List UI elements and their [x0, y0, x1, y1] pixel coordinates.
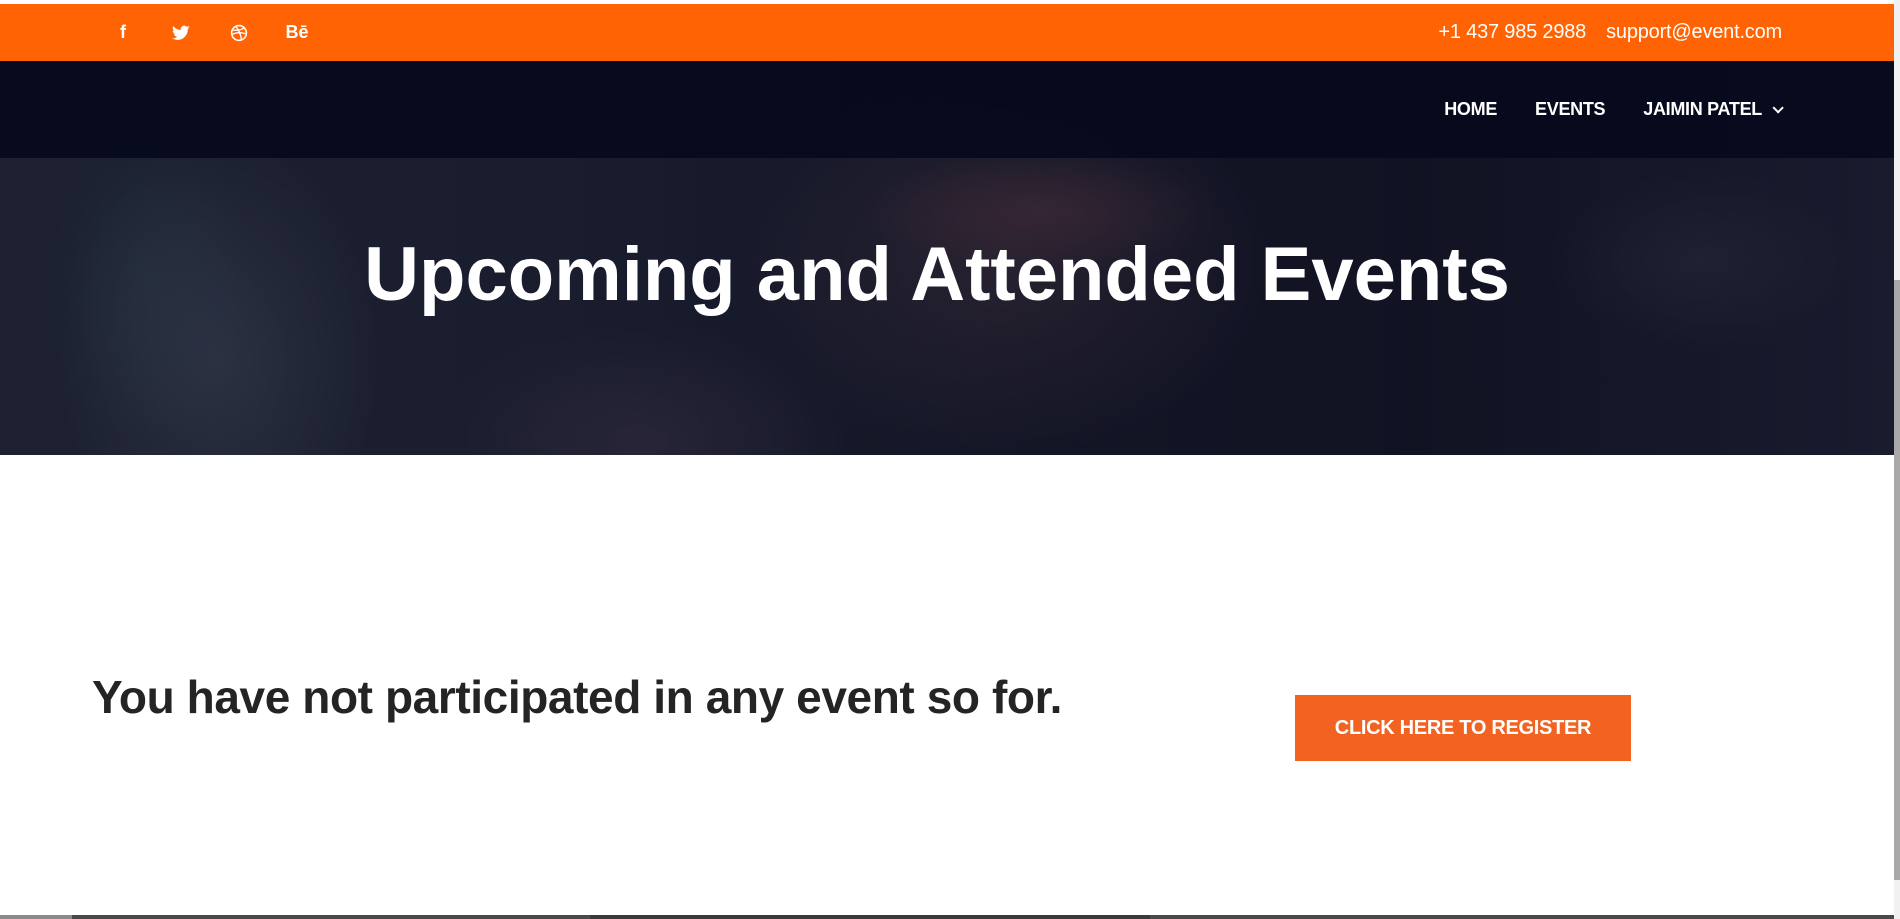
bottom-edge-segment [590, 915, 1150, 919]
chevron-down-icon [1772, 101, 1784, 114]
nav-item-user-menu[interactable]: JAIMIN PATEL [1643, 99, 1784, 120]
social-links: f Bē [112, 22, 309, 44]
page: f Bē +1 437 985 2988 support@event.com H… [0, 0, 1900, 919]
nav-item-label: EVENTS [1535, 99, 1606, 119]
register-button[interactable]: CLICK HERE TO REGISTER [1295, 695, 1631, 761]
nav-item-label: HOME [1444, 99, 1498, 119]
page-title: Upcoming and Attended Events [364, 232, 1510, 317]
nav-item-home[interactable]: HOME [1444, 99, 1497, 120]
dribbble-glyph [230, 24, 248, 41]
twitter-icon[interactable] [170, 22, 192, 44]
scrollbar-thumb[interactable] [1894, 280, 1900, 880]
empty-state-message: You have not participated in any event s… [92, 671, 1062, 723]
contact-info: +1 437 985 2988 support@event.com [1438, 21, 1782, 44]
nav-item-label: JAIMIN PATEL [1643, 99, 1762, 119]
behance-icon[interactable]: Bē [286, 22, 309, 44]
bottom-edge [0, 915, 1894, 919]
facebook-icon[interactable]: f [112, 22, 134, 44]
nav-item-events[interactable]: EVENTS [1535, 99, 1606, 120]
hero-banner: HOME EVENTS JAIMIN PATEL Upcoming and At… [0, 61, 1894, 455]
top-bar: f Bē +1 437 985 2988 support@event.com [0, 4, 1894, 61]
main-content: You have not participated in any event s… [0, 455, 1894, 919]
email-link[interactable]: support@event.com [1606, 21, 1782, 44]
scrollbar[interactable] [1894, 0, 1900, 919]
phone-link[interactable]: +1 437 985 2988 [1438, 21, 1586, 44]
bottom-edge-segment [0, 915, 72, 919]
dribbble-icon[interactable] [228, 22, 250, 44]
twitter-glyph [172, 25, 190, 40]
main-navbar: HOME EVENTS JAIMIN PATEL [0, 61, 1894, 158]
